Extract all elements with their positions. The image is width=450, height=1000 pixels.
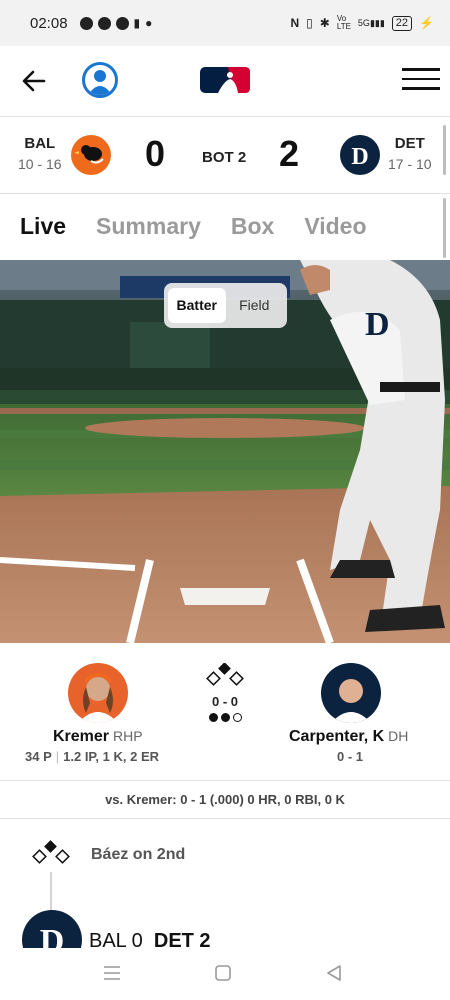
- facebook-icon: [79, 16, 93, 30]
- pitcher-stats: 34 P | 1.2 IP, 1 K, 2 ER: [25, 749, 160, 764]
- tigers-logo-icon: D: [340, 135, 380, 175]
- ball-strike-count: 0 - 0: [211, 694, 238, 709]
- tab-live[interactable]: Live: [20, 213, 66, 240]
- feed-event-text: Báez on 2nd: [91, 846, 186, 863]
- outs-indicator: [205, 713, 245, 722]
- toggle-field[interactable]: Field: [226, 288, 284, 323]
- status-bar: 02:08 ▮ ● N ▯ ✱ Vo LTE 5G▮▮▮ 22 ⚡: [0, 0, 450, 46]
- charging-icon: ⚡: [419, 16, 434, 30]
- count-indicator: 0 - 0: [205, 662, 245, 722]
- back-triangle-icon[interactable]: [325, 964, 343, 982]
- bluetooth-icon: ✱: [319, 16, 330, 30]
- svg-text:D: D: [40, 923, 65, 948]
- batter-name[interactable]: Carpenter, K DH: [289, 728, 408, 746]
- inning-status: BOT 2: [202, 149, 247, 166]
- signal-icon: 5G▮▮▮: [357, 17, 385, 28]
- facebook-icon: [115, 16, 129, 30]
- batter-vs-pitcher-stats: vs. Kremer: 0 - 1 (.000) 0 HR, 0 RBI, 0 …: [0, 781, 450, 819]
- batter-stats: 0 - 1: [337, 749, 364, 764]
- away-score: 0: [145, 133, 166, 174]
- game-score-bar[interactable]: BAL 10 - 16 0 BOT 2 2 D DET 17 - 10: [0, 116, 450, 194]
- svg-text:D: D: [351, 144, 368, 170]
- out-dot: [232, 713, 242, 722]
- away-team-record: 10 - 16: [18, 156, 62, 172]
- app-header: [0, 46, 450, 116]
- more-dot-icon: ●: [145, 16, 153, 30]
- toggle-batter[interactable]: Batter: [168, 288, 226, 323]
- batter-view[interactable]: D Batter Field: [0, 260, 450, 643]
- home-team-record: 17 - 10: [388, 156, 432, 172]
- home-team-abbr: DET: [394, 135, 425, 152]
- home-team: DET 17 - 10: [388, 135, 432, 172]
- svg-text:D: D: [365, 306, 390, 343]
- volte-icon: Vo LTE: [336, 14, 351, 31]
- scroll-indicator: [443, 125, 446, 175]
- pitcher-name[interactable]: Kremer RHP: [53, 728, 143, 746]
- away-team-abbr: BAL: [24, 135, 56, 152]
- tab-summary[interactable]: Summary: [96, 213, 201, 240]
- game-tabs: Live Summary Box Video: [0, 194, 450, 258]
- out-dot: [220, 713, 230, 722]
- hamburger-menu-icon[interactable]: [402, 68, 440, 94]
- bases-diamond-icon: [206, 662, 244, 686]
- tab-box[interactable]: Box: [231, 213, 274, 240]
- away-team: BAL 10 - 16: [18, 135, 62, 172]
- notification-icons: ▮ ●: [79, 16, 153, 30]
- tigers-logo-icon: D: [22, 910, 82, 948]
- status-time: 02:08: [30, 14, 68, 32]
- home-square-icon[interactable]: [214, 964, 232, 982]
- batter-position: DH: [388, 728, 409, 744]
- system-nav-bar: [0, 948, 450, 1000]
- view-toggle: Batter Field: [164, 283, 287, 328]
- out-dot: [208, 713, 218, 722]
- battery-icon: 22: [391, 15, 413, 31]
- feed-score-update: BAL 0 DET 2: [89, 930, 211, 948]
- matchup-panel: Kremer RHP 34 P | 1.2 IP, 1 K, 2 ER 0 - 0 C…: [0, 643, 450, 781]
- nfc-icon: N: [290, 16, 300, 30]
- pitcher-position: RHP: [113, 728, 143, 744]
- profile-avatar-icon[interactable]: [82, 62, 118, 98]
- bases-diamond-icon: [32, 840, 70, 864]
- facebook-icon: [97, 16, 111, 30]
- status-right: N ▯ ✱ Vo LTE 5G▮▮▮ 22 ⚡: [290, 14, 434, 31]
- recents-menu-icon[interactable]: [102, 964, 122, 982]
- batter-avatar[interactable]: [321, 663, 381, 723]
- orioles-logo-icon: [71, 135, 111, 175]
- nba-icon: ▮: [133, 16, 141, 30]
- tab-scroll-indicator: [443, 198, 446, 258]
- tab-video[interactable]: Video: [304, 213, 366, 240]
- back-arrow-icon[interactable]: [18, 66, 50, 96]
- mlb-logo[interactable]: [200, 67, 250, 93]
- vibrate-icon: ▯: [306, 16, 313, 30]
- home-score: 2: [279, 133, 300, 174]
- play-feed: Báez on 2nd D BAL 0 DET 2: [0, 820, 450, 948]
- pitcher-avatar[interactable]: [68, 663, 128, 723]
